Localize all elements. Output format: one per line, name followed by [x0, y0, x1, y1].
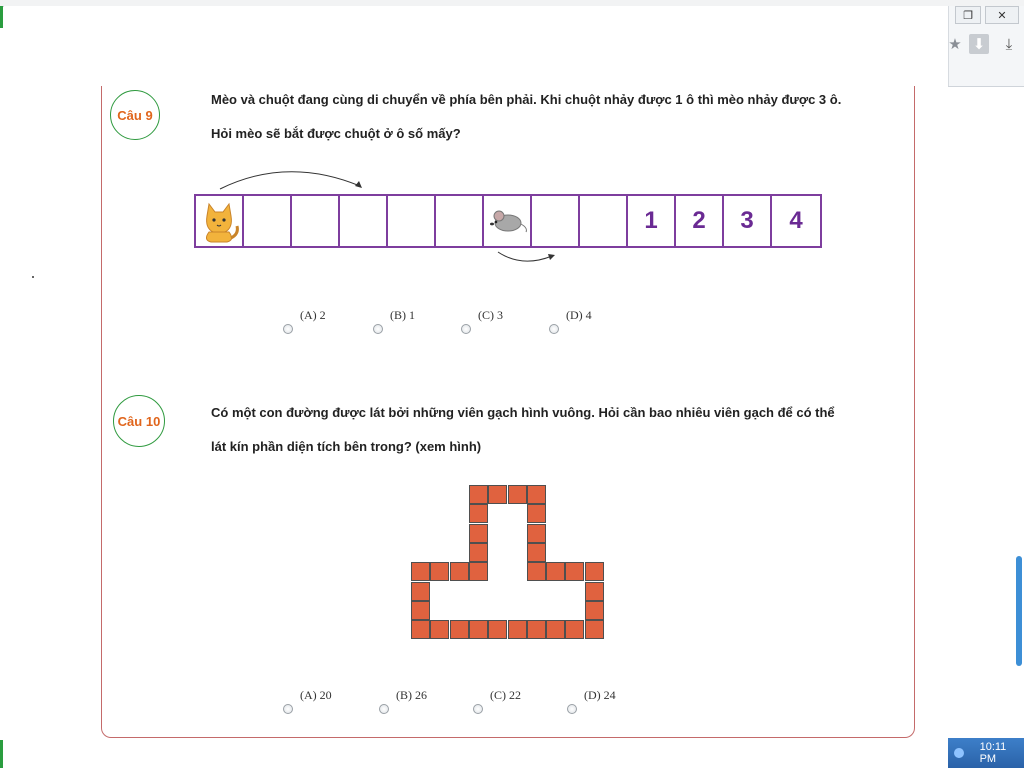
- stray-dot: [32, 276, 34, 278]
- brick-tile: [430, 562, 449, 581]
- question-10-option-radio[interactable]: [283, 704, 293, 714]
- number-line-strip: 1234: [194, 194, 822, 248]
- brick-tile: [450, 562, 469, 581]
- question-10-text-line2: lát kín phần diện tích bên trong? (xem h…: [211, 439, 482, 454]
- question-9-text-line2: Hỏi mèo sẽ bắt được chuột ở ô số mấy?: [211, 126, 461, 141]
- close-button[interactable]: ✕: [985, 6, 1019, 24]
- question-10-option-label: (D) 24: [584, 688, 616, 702]
- brick-tile: [565, 620, 584, 639]
- download-icon[interactable]: ⤓: [999, 34, 1019, 54]
- question-9-option-radio[interactable]: [283, 324, 293, 334]
- strip-cell: 4: [789, 207, 803, 234]
- strip-cell: 2: [676, 196, 724, 246]
- strip-cell: [580, 196, 628, 246]
- brick-tile: [565, 562, 584, 581]
- restore-icon: ❐: [963, 9, 973, 22]
- strip-cell: [388, 196, 436, 246]
- brick-tile: [585, 582, 604, 601]
- mouse-jump-arrow: [497, 251, 555, 262]
- cat-icon: [196, 196, 244, 246]
- question-10-option-label: (C) 22: [490, 688, 521, 702]
- question-10-text-line1: Có một con đường được lát bởi những viên…: [211, 405, 835, 420]
- question-9-badge-label: Câu 9: [117, 107, 153, 123]
- question-9-badge: Câu 9: [110, 90, 160, 140]
- brick-tile: [411, 562, 430, 581]
- brick-tile: [585, 562, 604, 581]
- toolbar-right-panel: ❐ ✕ ★ ⬇ ⤓: [948, 6, 1024, 86]
- brick-tile: [527, 562, 546, 581]
- question-9-option-radio[interactable]: [549, 324, 559, 334]
- strip-cell: [292, 196, 340, 246]
- brick-tile: [450, 620, 469, 639]
- cat-jump-arrow: [219, 171, 362, 190]
- brick-tile: [527, 504, 546, 523]
- question-10-badge: Câu 10: [113, 395, 165, 447]
- mouse-icon: [484, 196, 532, 246]
- restore-button[interactable]: ❐: [955, 6, 981, 24]
- question-10-badge-label: Câu 10: [117, 413, 161, 429]
- question-9-option-radio[interactable]: [373, 324, 383, 334]
- question-10-option-radio[interactable]: [473, 704, 483, 714]
- brick-tile: [527, 543, 546, 562]
- brick-tile: [585, 601, 604, 620]
- tray-icon[interactable]: [954, 748, 964, 758]
- question-10-option-label: (B) 26: [396, 688, 427, 702]
- left-edge-marker: [0, 6, 3, 28]
- brick-tile: [546, 620, 565, 639]
- toolbar-area: [4, 6, 948, 86]
- question-9-text-line1: Mèo và chuột đang cùng di chuyển về phía…: [211, 92, 842, 107]
- question-10-option-radio[interactable]: [379, 704, 389, 714]
- brick-tile: [508, 485, 527, 504]
- brick-tile: [469, 543, 488, 562]
- brick-tile: [469, 524, 488, 543]
- brick-tile: [527, 620, 546, 639]
- strip-cell: 3: [724, 196, 772, 246]
- strip-cell: [436, 196, 484, 246]
- taskbar-clock[interactable]: 10:11 PM: [980, 741, 1024, 765]
- brick-tile: [527, 524, 546, 543]
- question-10-option-radio[interactable]: [567, 704, 577, 714]
- question-9-option-label: (C) 3: [478, 308, 503, 322]
- brick-tile: [411, 620, 430, 639]
- question-10-option-label: (A) 20: [300, 688, 332, 702]
- brick-tile: [508, 620, 527, 639]
- brick-tile: [430, 620, 449, 639]
- toolbar-divider: [948, 86, 1024, 87]
- strip-cell: [244, 196, 292, 246]
- brick-tile: [585, 620, 604, 639]
- brick-tile: [527, 485, 546, 504]
- scrollbar-thumb[interactable]: [1016, 556, 1022, 666]
- question-9-option-radio[interactable]: [461, 324, 471, 334]
- question-9-option-label: (D) 4: [566, 308, 592, 322]
- star-icon[interactable]: ★: [945, 34, 965, 54]
- brick-tile: [488, 485, 507, 504]
- brick-tile: [546, 562, 565, 581]
- strip-cell: [340, 196, 388, 246]
- taskbar: 10:11 PM: [948, 738, 1024, 768]
- question-9-option-label: (B) 1: [390, 308, 415, 322]
- brick-tile: [469, 562, 488, 581]
- brick-tile: [411, 601, 430, 620]
- brick-tile: [488, 620, 507, 639]
- close-icon: ✕: [997, 9, 1007, 22]
- strip-cell: 1: [628, 196, 676, 246]
- brick-tile: [411, 582, 430, 601]
- strip-cell: [532, 196, 580, 246]
- left-edge-marker-bottom: [0, 740, 3, 768]
- brick-tile: [469, 620, 488, 639]
- brick-tile: [469, 504, 488, 523]
- brick-tile: [469, 485, 488, 504]
- download-arrow-button[interactable]: ⬇: [969, 34, 989, 54]
- question-9-option-label: (A) 2: [300, 308, 326, 322]
